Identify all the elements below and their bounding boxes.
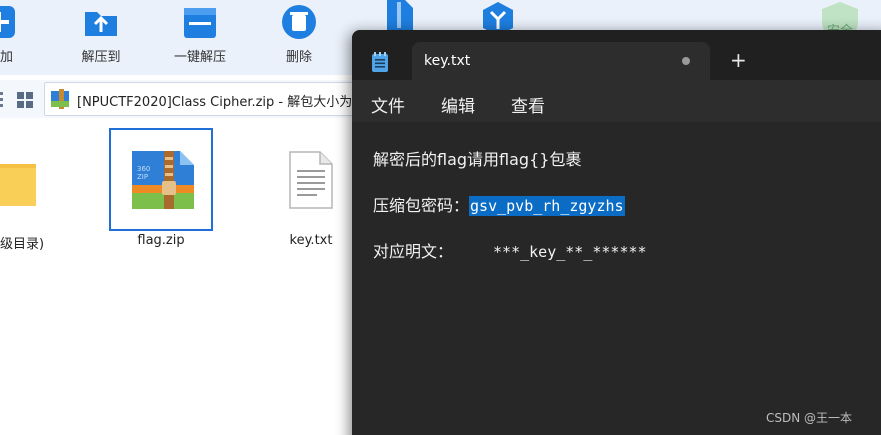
delete-icon [282,5,316,39]
extract-to-icon [85,12,117,36]
notepad-text-area[interactable]: 解密后的flag请用flag{}包裹 压缩包密码：gsv_pvb_rh_zgyz… [352,122,881,435]
menu-edit[interactable]: 编辑 [441,92,475,117]
tab-key-txt[interactable]: key.txt [412,42,710,80]
text-file-icon [289,151,333,209]
add-label: 加 [0,50,14,65]
archive-path: [NPUCTF2020]Class Cipher.zip - 解包大小为 [77,95,353,110]
menu-view[interactable]: 查看 [511,92,545,117]
list-view-icon[interactable] [0,92,14,108]
notepad-window: key.txt + 文件 编辑 查看 解密后的flag请用flag{}包裹 压缩… [352,30,881,435]
hint-text: 解密后的flag请用flag{}包裹 [373,150,582,169]
delete-button[interactable]: 删除 [254,0,344,75]
notepad-menubar: 文件 编辑 查看 [352,80,881,122]
add-button[interactable]: 加 [0,0,45,75]
quick-extract-icon [184,8,216,38]
add-icon [0,6,15,38]
path-field[interactable]: [NPUCTF2020]Class Cipher.zip - 解包大小为 [44,82,404,116]
text-line-2: 压缩包密码：gsv_pvb_rh_zgyzhs [373,192,625,216]
file-item-flag-zip[interactable]: 360 ZIP flag.zip [106,130,216,255]
notepad-titlebar: key.txt + [352,30,881,80]
text-line-1: 解密后的flag请用flag{}包裹 [373,146,581,170]
password-label: 压缩包密码： [373,196,470,215]
plaintext-label: 对应明文： [373,242,454,261]
folder-icon [0,164,36,206]
zip-file-icon: 360 ZIP [132,151,194,209]
svg-text:360: 360 [137,165,150,173]
quick-extract-label: 一键解压 [173,50,226,65]
selected-password-text[interactable]: gsv_pvb_rh_zgyzhs [469,196,625,216]
extract-to-button[interactable]: 解压到 [56,0,146,75]
plaintext-value: ***_key_**_****** [493,243,647,261]
text-line-3: 对应明文： ***_key_**_****** [373,238,647,262]
new-tab-plus-icon[interactable]: + [730,50,747,70]
tab-title: key.txt [424,53,471,69]
file-item-parent-folder[interactable]: 级目录) [0,130,70,255]
csdn-watermark: CSDN @王一本 [766,411,853,425]
file-item-key-txt[interactable]: key.txt [256,130,366,255]
file-label-flag-zip: flag.zip [137,233,185,248]
quick-extract-button[interactable]: 一键解压 [155,0,245,75]
unsaved-dot-icon[interactable] [682,57,690,65]
file-label-key-txt: key.txt [289,233,333,248]
extract-to-label: 解压到 [81,50,121,65]
delete-label: 删除 [285,50,312,65]
grid-view-icon[interactable] [17,92,33,108]
menu-file[interactable]: 文件 [371,92,405,117]
svg-text:ZIP: ZIP [137,173,148,181]
notepad-app-icon [372,52,388,72]
archive-file-icon [51,89,69,109]
file-label-parent-folder: 级目录) [0,237,45,252]
